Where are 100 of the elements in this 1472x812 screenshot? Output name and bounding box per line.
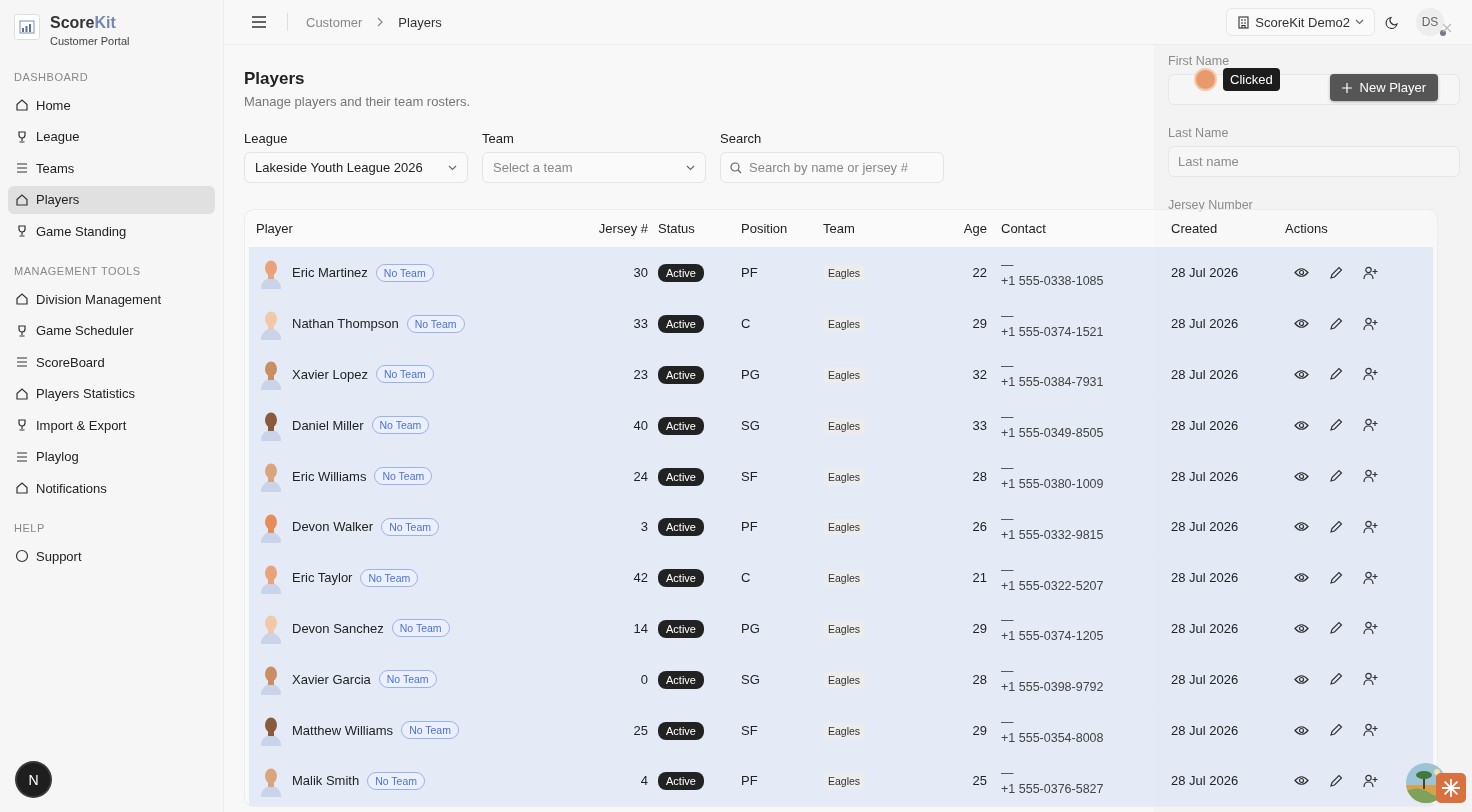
dev-badge[interactable]: N (17, 763, 50, 796)
edit-icon[interactable] (1329, 418, 1343, 433)
logo-icon (14, 14, 40, 40)
table-row[interactable]: Eric Taylor No Team 42 Active C Eagles 21 — +1 555-0322-5207 28 Jul 2026 (249, 551, 1433, 603)
nav-item[interactable]: Game Standing (8, 217, 215, 245)
view-icon[interactable] (1294, 419, 1309, 431)
nav-icon (15, 386, 29, 401)
add-user-icon[interactable] (1363, 418, 1378, 433)
nav-icon (15, 449, 29, 464)
table-row[interactable]: Malik Smith No Team 4 Active PF Eagles 25 — +1 555-0376-5827 28 Jul 2026 (249, 754, 1433, 806)
view-icon[interactable] (1294, 572, 1309, 584)
view-icon[interactable] (1294, 673, 1309, 685)
new-player-button[interactable]: New Player (1329, 74, 1438, 101)
player-name: Xavier Garcia (292, 671, 371, 687)
column-header: Contact (1001, 221, 1046, 236)
theme-icon[interactable] (1385, 14, 1400, 30)
add-user-icon[interactable] (1363, 519, 1378, 534)
view-icon[interactable] (1294, 724, 1309, 736)
email-text: — (1001, 663, 1015, 680)
view-icon[interactable] (1294, 521, 1309, 533)
nav-item[interactable]: Teams (8, 154, 215, 182)
edit-icon[interactable] (1329, 570, 1343, 585)
edit-icon[interactable] (1329, 469, 1343, 484)
status-badge: Active (658, 315, 704, 334)
status-badge: Active (658, 264, 704, 283)
view-icon[interactable] (1294, 470, 1309, 482)
table-row[interactable]: Eric Martinez No Team 30 Active PF Eagles 22 — +1 555-0338-1085 28 Jul 2026 (249, 247, 1433, 298)
select-field[interactable]: Select a team (482, 152, 706, 183)
add-user-icon[interactable] (1363, 672, 1378, 687)
edit-icon[interactable] (1329, 723, 1343, 738)
nav-item[interactable]: Support (8, 542, 215, 570)
select-field[interactable]: Lakeside Youth League 2026 (244, 152, 468, 183)
phone-text: +1 555-0332-9815 (1001, 526, 1105, 543)
view-icon[interactable] (1294, 369, 1309, 380)
email-text: — (1001, 561, 1015, 578)
nav-item[interactable]: Notifications (8, 474, 215, 502)
nav-item[interactable]: Division Management (8, 285, 215, 313)
edit-icon[interactable] (1329, 519, 1343, 534)
team-tag: No Team (375, 263, 434, 282)
add-user-icon[interactable] (1363, 469, 1378, 484)
team-badge: Eagles (823, 367, 866, 383)
filter-label: Search (720, 131, 763, 146)
edit-icon[interactable] (1329, 621, 1343, 636)
edit-icon[interactable] (1329, 773, 1343, 788)
view-icon[interactable] (1294, 622, 1309, 634)
sparkle-icon[interactable] (1436, 773, 1466, 803)
status-badge: Active (658, 721, 704, 740)
workspace-select[interactable]: ScoreKit Demo2 (1226, 8, 1375, 36)
nav-item[interactable]: Playlog (8, 442, 215, 471)
nav-item[interactable]: ScoreBoard (8, 348, 215, 376)
input-field[interactable]: Last name (1168, 146, 1460, 177)
status-badge: Active (658, 467, 704, 486)
nav-item[interactable]: Game Scheduler (8, 316, 215, 345)
view-icon[interactable] (1294, 318, 1309, 330)
team-tag: No Team (378, 670, 437, 689)
nav-item[interactable]: Import & Export (8, 411, 215, 439)
email-text: — (1001, 510, 1015, 527)
table-cell-text: 42 (632, 570, 649, 586)
nav-item[interactable]: Players (8, 185, 215, 214)
column-header: Actions (1285, 221, 1328, 236)
add-user-icon[interactable] (1363, 773, 1378, 788)
table-row[interactable]: Devon Walker No Team 3 Active PF Eagles 26 — +1 555-0332-9815 28 Jul 2026 (249, 501, 1433, 552)
add-user-icon[interactable] (1363, 723, 1378, 738)
table-row[interactable]: Nathan Thompson No Team 33 Active C Eagles 29 — +1 555-0374-1521 28 Jul 2026 (249, 297, 1433, 349)
team-tag: No Team (374, 467, 433, 486)
add-user-icon[interactable] (1363, 367, 1378, 382)
view-icon[interactable] (1294, 775, 1309, 787)
add-user-icon[interactable] (1363, 570, 1378, 585)
breadcrumb-item[interactable]: Players (398, 14, 442, 30)
table-cell-text: PF (741, 265, 759, 281)
phone-text: +1 555-0380-1009 (1001, 476, 1105, 493)
page-subtitle: Manage players and their team rosters. (244, 94, 471, 109)
edit-icon[interactable] (1329, 367, 1343, 382)
view-icon[interactable] (1294, 267, 1309, 279)
edit-icon[interactable] (1329, 672, 1343, 687)
table-row[interactable]: Xavier Lopez No Team 23 Active PG Eagles 32 — +1 555-0384-7931 28 Jul 2026 (249, 348, 1433, 400)
close-icon[interactable] (1442, 23, 1452, 33)
table-row[interactable]: Matthew Williams No Team 25 Active SF Eagles 29 — +1 555-0354-8008 28 Jul 2026 (249, 704, 1433, 755)
chevron-icon (376, 17, 385, 27)
table-cell-text: 28 Jul 2026 (1171, 316, 1240, 332)
table-cell-text: 33 (971, 417, 988, 433)
add-user-icon[interactable] (1363, 265, 1378, 280)
table-row[interactable]: Daniel Miller No Team 40 Active SG Eagles 33 — +1 555-0349-8505 28 Jul 2026 (249, 399, 1433, 451)
nav-item[interactable]: Home (8, 91, 215, 119)
user-avatar[interactable]: DS (1416, 8, 1444, 36)
phone-text: +1 555-0322-5207 (1001, 577, 1105, 594)
edit-icon[interactable] (1329, 265, 1343, 280)
search-field[interactable]: Search by name or jersey # (720, 152, 944, 183)
nav-item[interactable]: League (8, 122, 215, 151)
table-row[interactable]: Xavier Garcia No Team 0 Active SG Eagles 28 — +1 555-0398-9792 28 Jul 2026 (249, 653, 1433, 705)
add-user-icon[interactable] (1363, 316, 1378, 331)
filter-label: League (244, 131, 289, 146)
table-row[interactable]: Eric Williams No Team 24 Active SF Eagles 28 — +1 555-0380-1009 28 Jul 2026 (249, 450, 1433, 501)
table-row[interactable]: Devon Sanchez No Team 14 Active PG Eagles 29 — +1 555-0374-1205 28 Jul 2026 (249, 602, 1433, 654)
plus-icon (1341, 82, 1352, 93)
field-label: Jersey Number (1168, 197, 1253, 213)
menu-icon[interactable] (251, 15, 267, 29)
add-user-icon[interactable] (1363, 621, 1378, 636)
edit-icon[interactable] (1329, 316, 1343, 331)
nav-item[interactable]: Players Statistics (8, 379, 215, 408)
